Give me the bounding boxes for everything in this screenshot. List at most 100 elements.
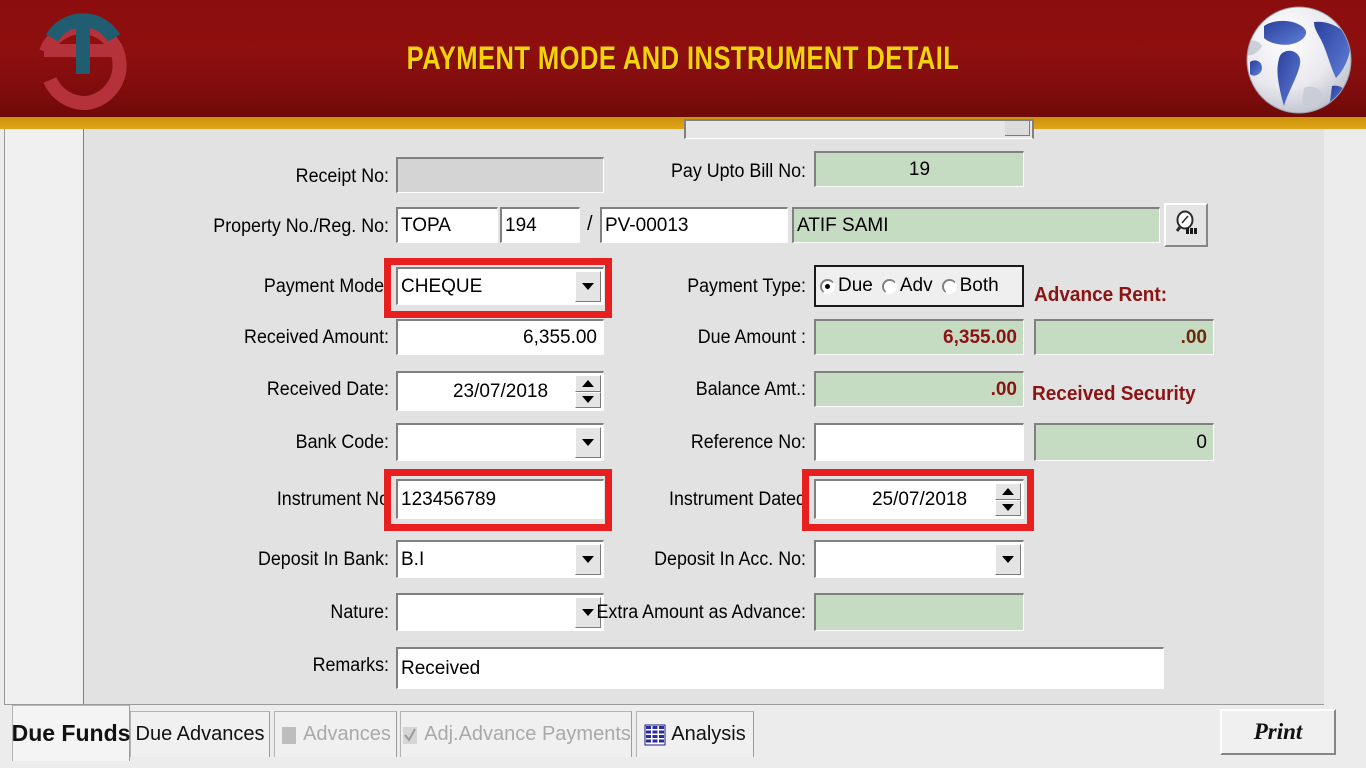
payment-type-option-both[interactable]: Both (941, 275, 999, 297)
reference-no-field[interactable] (814, 423, 1024, 461)
instrument-dated-value: 25/07/2018 (871, 488, 968, 510)
advance-rent-label: Advance Rent: (1034, 284, 1168, 306)
chevron-down-icon (1002, 504, 1014, 512)
deposit-in-bank-label: Deposit In Bank: (257, 549, 389, 570)
payment-mode-combobox[interactable]: CHEQUE (396, 267, 604, 305)
payment-mode-label: Payment Mode: (263, 276, 389, 297)
bank-code-combobox[interactable] (396, 423, 604, 461)
payment-mode-value: CHEQUE (401, 275, 483, 297)
tab-advances-label: Advances (303, 723, 391, 745)
tab-adj-advance-payments-label: Adj.Advance Payments (424, 723, 631, 745)
deposit-in-acc-no-dropdown-button[interactable] (995, 544, 1021, 575)
pay-upto-bill-no-label: Pay Upto Bill No: (670, 161, 806, 182)
tab-due-advances-label: Due Advances (135, 723, 265, 745)
check-icon (401, 725, 419, 745)
spinner-up-button[interactable] (995, 483, 1021, 500)
magnifier-icon (1173, 210, 1199, 241)
square-icon (280, 725, 298, 745)
grid-table-icon (644, 724, 666, 746)
party-name-field[interactable]: ATIF SAMI (792, 207, 1160, 243)
tab-analysis[interactable]: Analysis (636, 711, 754, 757)
bank-code-label: Bank Code: (295, 432, 389, 453)
receipt-no-label: Receipt No: (295, 166, 389, 187)
deposit-in-acc-no-combobox[interactable] (814, 540, 1024, 578)
balance-amt-label: Balance Amt.: (695, 379, 806, 400)
balance-amt-field[interactable]: .00 (814, 371, 1024, 407)
print-button[interactable]: Print (1220, 709, 1336, 755)
property-reg-no-label: Property No./Reg. No: (213, 216, 389, 237)
page-header: PAYMENT MODE AND INSTRUMENT DETAIL (0, 0, 1366, 117)
payment-type-label: Payment Type: (687, 276, 806, 297)
instrument-dated-field[interactable]: 25/07/2018 (814, 479, 1024, 519)
received-date-field[interactable]: 23/07/2018 (396, 371, 604, 411)
top-cropped-combobox-button[interactable] (1005, 121, 1030, 136)
spinner-down-button[interactable] (575, 391, 601, 408)
top-cropped-combobox[interactable] (684, 119, 1034, 139)
deposit-in-bank-combobox[interactable]: B.I (396, 540, 604, 578)
chevron-down-icon (582, 396, 594, 404)
instrument-no-label: Instrument No (276, 489, 389, 510)
advance-rent-field[interactable]: .00 (1034, 319, 1214, 355)
deposit-in-bank-dropdown-button[interactable] (575, 544, 601, 575)
due-amount-label: Due Amount : (697, 327, 806, 348)
tab-due-advances[interactable]: Due Advances (130, 711, 270, 757)
deposit-in-bank-value: B.I (401, 548, 425, 570)
party-search-button[interactable] (1164, 203, 1208, 247)
spinner-up-button[interactable] (575, 375, 601, 392)
remarks-label: Remarks: (312, 655, 389, 676)
extra-amount-as-advance-field[interactable] (814, 593, 1024, 631)
radio-icon-adv[interactable] (881, 278, 897, 294)
radio-icon-both[interactable] (941, 278, 957, 294)
instrument-dated-label: Instrument Dated (668, 489, 806, 510)
spinner-down-button[interactable] (995, 499, 1021, 516)
received-amount-field[interactable]: 6,355.00 (396, 319, 604, 355)
company-logo-icon (28, 8, 138, 112)
page-title: PAYMENT MODE AND INSTRUMENT DETAIL (406, 40, 960, 76)
reg-no-field[interactable]: PV-00013 (600, 207, 788, 243)
payment-type-option-both-label: Both (959, 275, 999, 296)
form-outer-panel: Receipt No: Pay Upto Bill No: 19 Propert… (4, 119, 1324, 705)
property-reg-separator: / (587, 213, 593, 235)
payment-mode-dropdown-button[interactable] (575, 271, 601, 302)
received-date-label: Received Date: (266, 379, 389, 400)
nature-label: Nature: (330, 602, 389, 623)
instrument-no-field[interactable]: 123456789 (396, 479, 604, 519)
radio-icon-due[interactable] (820, 278, 835, 294)
payment-type-option-adv[interactable]: Adv (881, 275, 933, 297)
chevron-down-icon (1002, 556, 1014, 563)
extra-amount-as-advance-label: Extra Amount as Advance: (596, 602, 806, 623)
chevron-up-icon (582, 379, 594, 387)
tab-advances[interactable]: Advances (274, 711, 397, 757)
received-security-label: Received Security (1032, 383, 1196, 405)
reference-no-label: Reference No: (690, 432, 806, 453)
due-amount-field[interactable]: 6,355.00 (814, 319, 1024, 355)
payment-type-option-due[interactable]: Due (820, 275, 873, 297)
chevron-down-icon (582, 439, 594, 446)
received-amount-label: Received Amount: (244, 327, 389, 348)
payment-type-radio-group[interactable]: Due Adv Both (814, 265, 1024, 307)
tab-due-funds-label: Due Funds (11, 720, 131, 746)
property-no-number-field[interactable]: 194 (500, 207, 580, 243)
property-no-prefix-field[interactable]: TOPA (396, 207, 498, 243)
tab-due-funds[interactable]: Due Funds (12, 705, 130, 761)
globe-icon (1240, 4, 1358, 116)
tab-adj-advance-payments[interactable]: Adj.Advance Payments (400, 711, 632, 757)
received-date-spinner[interactable] (575, 375, 601, 408)
deposit-in-acc-no-label: Deposit In Acc. No: (654, 549, 806, 570)
payment-type-option-adv-label: Adv (899, 275, 933, 296)
chevron-down-icon (582, 283, 594, 290)
received-date-value: 23/07/2018 (452, 380, 549, 402)
bank-code-dropdown-button[interactable] (575, 427, 601, 458)
instrument-dated-spinner[interactable] (995, 483, 1021, 516)
payment-type-option-due-label: Due (838, 275, 873, 296)
form-body: Receipt No: Pay Upto Bill No: 19 Propert… (0, 119, 1366, 768)
header-accent-rule (0, 117, 1366, 129)
application-window: PAYMENT MODE AND INSTRUMENT DETAIL Recei… (0, 0, 1366, 768)
payment-form-panel: Receipt No: Pay Upto Bill No: 19 Propert… (83, 119, 1324, 704)
received-security-field[interactable]: 0 (1034, 423, 1214, 461)
receipt-no-field[interactable] (396, 157, 604, 193)
chevron-up-icon (1002, 487, 1014, 495)
remarks-field[interactable]: Received (396, 647, 1164, 689)
tab-analysis-label: Analysis (671, 723, 746, 745)
pay-upto-bill-no-field[interactable]: 19 (814, 151, 1024, 187)
